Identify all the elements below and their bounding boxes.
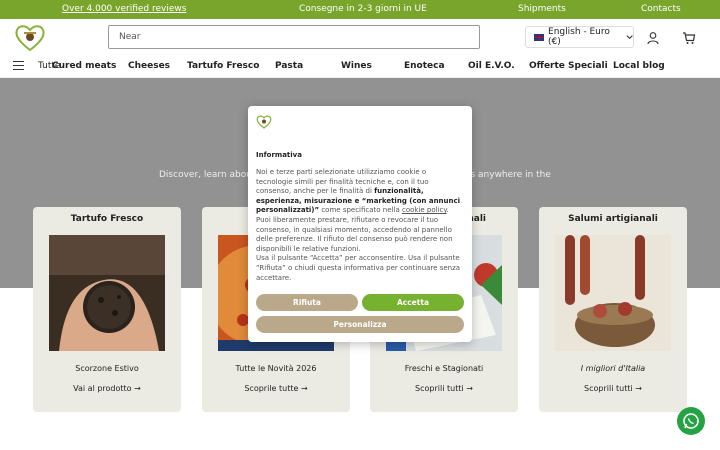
nav-item-blog[interactable]: Local blog <box>613 61 665 71</box>
dialog-title: Informativa <box>256 151 302 159</box>
customize-button[interactable]: Personalizza <box>256 316 464 333</box>
card-link-label: Scoprili tutti <box>584 384 633 393</box>
salami-image <box>555 235 671 351</box>
card-title: Salumi artigianali <box>568 214 658 224</box>
contacts-link[interactable]: Contacts <box>641 4 681 14</box>
nav-item-offers[interactable]: Offerte Speciali <box>529 61 608 71</box>
main-nav: Tutte Cured meats Cheeses Tartufo Fresco… <box>0 56 720 78</box>
cookie-policy-link[interactable]: cookie policy <box>402 206 447 214</box>
language-label: English - Euro (€) <box>548 27 610 47</box>
category-card-cured-meats[interactable]: Salumi artigianali I migliori d'Italia S… <box>539 207 687 412</box>
nav-item-wines[interactable]: Wines <box>341 61 372 71</box>
logo-heart-icon <box>256 114 272 130</box>
nav-item-oil[interactable]: Oil E.V.O. <box>468 61 515 71</box>
category-card-truffle[interactable]: Tartufo Fresco Scorzone Estivo Vai al pr… <box>33 207 181 412</box>
shipments-link[interactable]: Shipments <box>518 4 566 14</box>
arrow-right-icon: → <box>466 384 473 393</box>
nav-item-pasta[interactable]: Pasta <box>275 61 303 71</box>
user-icon[interactable] <box>646 30 660 45</box>
card-subtitle: Scorzone Estivo <box>75 364 139 373</box>
card-link[interactable]: Vai al prodotto → <box>33 384 181 393</box>
cart-icon[interactable] <box>682 30 696 44</box>
chevron-down-icon <box>626 35 633 40</box>
nav-item-enoteca[interactable]: Enoteca <box>404 61 445 71</box>
nav-item-cheeses[interactable]: Cheeses <box>128 61 170 71</box>
card-link[interactable]: Scoprili tutti → <box>539 384 687 393</box>
refuse-button[interactable]: Rifiuta <box>256 294 358 311</box>
card-link[interactable]: Scoprili tutti → <box>370 384 518 393</box>
card-subtitle: Tutte le Novità 2026 <box>235 364 317 373</box>
card-subtitle: I migliori d'Italia <box>580 364 646 373</box>
accept-button[interactable]: Accetta <box>362 294 464 311</box>
dialog-text: Usa il pulsante “Accetta” per acconsenti… <box>256 254 461 282</box>
dialog-body: Noi e terze parti selezionate utilizziam… <box>256 168 464 283</box>
hero-text-left: Discover, learn abou <box>159 170 252 180</box>
card-title: Tartufo Fresco <box>70 214 144 224</box>
delivery-notice: Consegne in 2-3 giorni in UE <box>299 4 427 14</box>
dialog-text: come specificato nella <box>319 206 402 215</box>
search-input[interactable]: Near <box>108 25 480 49</box>
card-link-label: Scoprile tutte <box>244 384 299 393</box>
arrow-right-icon: → <box>300 384 308 393</box>
truffle-image <box>49 235 165 351</box>
menu-icon[interactable] <box>13 61 24 71</box>
nav-item-cured-meats[interactable]: Cured meats <box>52 61 116 71</box>
nav-item-tartufo[interactable]: Tartufo Fresco <box>187 61 259 71</box>
cookie-consent-dialog: Informativa Noi e terze parti selezionat… <box>248 106 472 342</box>
arrow-right-icon: → <box>635 384 642 393</box>
card-link[interactable]: Scoprile tutte → <box>202 384 350 393</box>
logo-heart-icon[interactable] <box>14 24 46 52</box>
arrow-right-icon: → <box>134 384 141 393</box>
hero-text-right: cts anywhere in the <box>462 170 551 180</box>
reviews-link[interactable]: Over 4.000 verified reviews <box>62 4 186 14</box>
flag-uk-icon <box>534 33 545 41</box>
card-link-label: Scoprili tutti <box>415 384 464 393</box>
card-subtitle: Freschi e Stagionati <box>404 364 484 373</box>
announcement-bar: Over 4.000 verified reviews Consegne in … <box>0 0 720 19</box>
whatsapp-icon[interactable] <box>677 407 705 435</box>
card-link-label: Vai al prodotto <box>73 384 132 393</box>
language-currency-selector[interactable]: English - Euro (€) <box>525 26 634 48</box>
search-placeholder: Near <box>119 32 141 42</box>
